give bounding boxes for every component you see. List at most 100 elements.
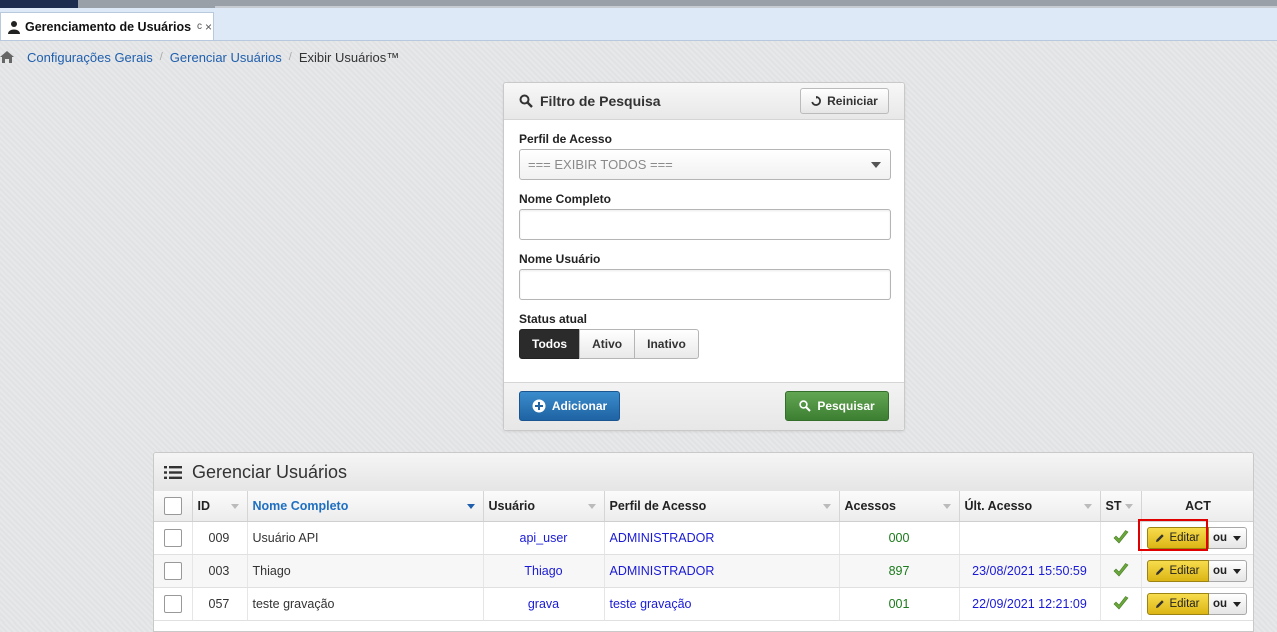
- check-icon: [1113, 529, 1128, 543]
- edit-button[interactable]: Editar: [1146, 593, 1209, 615]
- sort-icon: [1124, 504, 1133, 509]
- row-checkbox[interactable]: [163, 562, 182, 580]
- status-todos-button[interactable]: Todos: [519, 329, 581, 359]
- nome-completo-label: Nome Completo: [519, 192, 612, 206]
- top-strip-dark: [0, 0, 78, 8]
- table-header-row: ID Nome Completo Usuário Perfil de Acess…: [154, 491, 1253, 522]
- column-header-acessos[interactable]: Acessos: [839, 491, 960, 522]
- row-checkbox-cell: [154, 521, 193, 555]
- column-header-act: ACT: [1141, 491, 1253, 522]
- row-checkbox-cell: [154, 554, 193, 588]
- status-inativo-button[interactable]: Inativo: [634, 329, 699, 359]
- action-group: Editar ou: [1146, 527, 1250, 549]
- edit-button[interactable]: Editar: [1146, 527, 1209, 549]
- grid-header: Gerenciar Usuários: [154, 453, 1253, 492]
- filter-footer: Adicionar Pesquisar: [504, 382, 904, 430]
- home-icon[interactable]: [0, 51, 14, 63]
- cell-act: Editar ou: [1141, 521, 1253, 555]
- more-actions-dropdown[interactable]: ou: [1208, 527, 1247, 549]
- cell-id: 009: [192, 521, 248, 555]
- sort-icon: [230, 504, 239, 509]
- filter-title: Filtro de Pesquisa: [540, 93, 661, 109]
- search-button[interactable]: Pesquisar: [785, 391, 889, 421]
- users-grid-panel: Gerenciar Usuários ID Nome Completo Usuá…: [153, 452, 1254, 632]
- nome-completo-input[interactable]: [519, 209, 891, 240]
- cell-perfil: teste gravação: [604, 587, 840, 621]
- breadcrumb-current: Exibir Usuários™: [298, 49, 400, 65]
- cell-acessos: 897: [839, 554, 960, 588]
- cell-nome: teste gravação: [247, 587, 484, 621]
- tab-refresh-icon[interactable]: c: [197, 21, 202, 32]
- cell-perfil: ADMINISTRADOR: [604, 521, 840, 555]
- row-checkbox[interactable]: [163, 529, 182, 547]
- breadcrumb-separator: /: [159, 51, 163, 63]
- column-header-id[interactable]: ID: [192, 491, 248, 522]
- filter-header: Filtro de Pesquisa Reiniciar: [504, 83, 904, 120]
- breadcrumb: Configurações Gerais / Gerenciar Usuário…: [0, 48, 399, 66]
- row-checkbox-cell: [154, 587, 193, 621]
- cell-ultimo-acesso: 23/08/2021 15:50:59: [959, 554, 1101, 588]
- reset-label: Reiniciar: [827, 94, 878, 108]
- nome-usuario-input[interactable]: [519, 269, 891, 300]
- edit-button[interactable]: Editar: [1146, 560, 1209, 582]
- user-icon: [8, 20, 20, 34]
- cell-usuario: grava: [483, 587, 605, 621]
- perfil-select[interactable]: === EXIBIR TODOS ===: [519, 149, 891, 180]
- column-header-nome-completo[interactable]: Nome Completo: [247, 491, 484, 522]
- column-header-usuario[interactable]: Usuário: [483, 491, 605, 522]
- status-label: Status atual: [519, 312, 588, 326]
- caret-down-icon: [1233, 601, 1242, 607]
- cell-usuario: api_user: [483, 521, 605, 555]
- breadcrumb-gerenciar-usuarios[interactable]: Gerenciar Usuários: [170, 50, 282, 65]
- action-group: Editar ou: [1146, 560, 1250, 582]
- list-icon: [164, 465, 182, 479]
- perfil-label: Perfil de Acesso: [519, 132, 612, 146]
- add-label: Adicionar: [551, 399, 608, 413]
- cell-acessos: 001: [839, 587, 960, 621]
- row-checkbox[interactable]: [163, 595, 182, 613]
- action-group: Editar ou: [1146, 593, 1250, 615]
- sort-desc-icon: [466, 504, 475, 509]
- sort-icon: [942, 504, 951, 509]
- tab-title: Gerenciamento de Usuários: [25, 19, 192, 34]
- grid-title: Gerenciar Usuários: [192, 461, 348, 482]
- breadcrumb-separator: /: [288, 51, 292, 63]
- select-all-cell: [154, 491, 193, 522]
- table-row[interactable]: 009 Usuário API api_user ADMINISTRADOR 0…: [154, 521, 1253, 555]
- column-header-st[interactable]: ST: [1100, 491, 1142, 522]
- check-icon: [1113, 562, 1128, 576]
- status-ativo-button[interactable]: Ativo: [579, 329, 636, 359]
- reset-button[interactable]: Reiniciar: [800, 88, 889, 114]
- perfil-select-value: === EXIBIR TODOS ===: [528, 157, 673, 172]
- cell-ultimo-acesso: [959, 521, 1101, 555]
- cell-act: Editar ou: [1141, 587, 1253, 621]
- table-row[interactable]: 057 teste gravação grava teste gravação …: [154, 587, 1253, 621]
- more-actions-dropdown[interactable]: ou: [1208, 593, 1247, 615]
- cell-acessos: 000: [839, 521, 960, 555]
- filter-panel: Filtro de Pesquisa Reiniciar Perfil de A…: [503, 82, 905, 431]
- caret-down-icon: [1233, 568, 1242, 574]
- cell-usuario: Thiago: [483, 554, 605, 588]
- pencil-icon: [1156, 534, 1165, 542]
- nome-usuario-label: Nome Usuário: [519, 252, 601, 266]
- pencil-icon: [1156, 567, 1165, 575]
- chevron-down-icon: [871, 162, 881, 168]
- users-table: ID Nome Completo Usuário Perfil de Acess…: [154, 491, 1253, 621]
- table-row[interactable]: 003 Thiago Thiago ADMINISTRADOR 897 23/0…: [154, 554, 1253, 588]
- refresh-icon: [811, 96, 822, 106]
- tab-bar: Gerenciamento de Usuários c ×: [0, 8, 1277, 41]
- add-button[interactable]: Adicionar: [519, 391, 620, 421]
- column-header-perfil[interactable]: Perfil de Acesso: [604, 491, 840, 522]
- search-icon: [519, 94, 533, 108]
- cell-ultimo-acesso: 22/09/2021 12:21:09: [959, 587, 1101, 621]
- column-header-ultimo-acesso[interactable]: Últ. Acesso: [959, 491, 1101, 522]
- breadcrumb-configuracoes[interactable]: Configurações Gerais: [27, 50, 153, 65]
- sort-icon: [1083, 504, 1092, 509]
- sort-icon: [587, 504, 596, 509]
- more-actions-dropdown[interactable]: ou: [1208, 560, 1247, 582]
- select-all-checkbox[interactable]: [163, 497, 182, 515]
- search-label: Pesquisar: [817, 399, 875, 413]
- tab-close-icon[interactable]: ×: [205, 20, 212, 34]
- sort-icon: [822, 504, 831, 509]
- tab-gerenciamento-usuarios[interactable]: Gerenciamento de Usuários c ×: [0, 12, 214, 40]
